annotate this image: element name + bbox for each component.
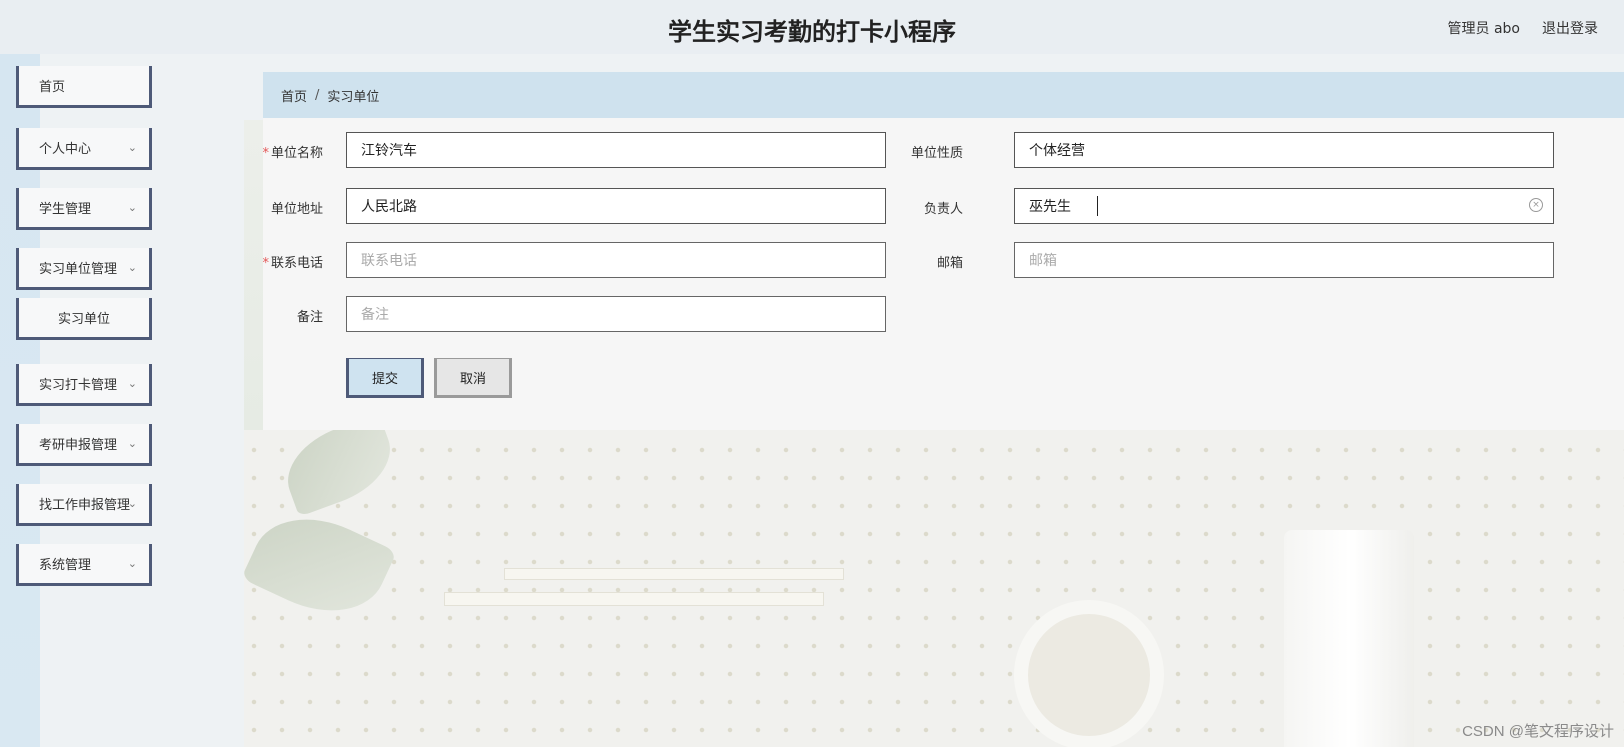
- chevron-down-icon: ⌄: [127, 141, 137, 154]
- person-in-charge-value: 巫先生: [1029, 199, 1071, 215]
- sidebar-item-student-management[interactable]: 学生管理 ⌄: [16, 188, 152, 230]
- unit-name-input[interactable]: 江铃汽车: [346, 132, 886, 168]
- background-scene: CSDN @笔文程序设计: [241, 413, 1624, 747]
- remark-input[interactable]: 备注: [346, 296, 886, 332]
- phone-placeholder: 联系电话: [361, 253, 417, 269]
- unit-name-value: 江铃汽车: [361, 143, 417, 159]
- app-title: 学生实习考勤的打卡小程序: [668, 18, 956, 46]
- plant-leaf: [241, 496, 397, 634]
- sidebar-item-job-application[interactable]: 找工作申报管理 ⌄: [16, 484, 152, 526]
- text-cursor: [1097, 196, 1098, 216]
- sidebar-item-label: 考研申报管理: [39, 438, 118, 453]
- sidebar-item-label: 实习单位: [57, 312, 110, 327]
- breadcrumb: 首页 / 实习单位: [263, 72, 1624, 118]
- admin-user-label[interactable]: 管理员 abo: [1448, 18, 1520, 38]
- chevron-down-icon: ⌄: [127, 497, 137, 510]
- email-input[interactable]: 邮箱: [1014, 242, 1554, 278]
- sidebar-item-label: 系统管理: [39, 558, 92, 573]
- clear-icon[interactable]: ×: [1529, 198, 1543, 212]
- unit-address-value: 人民北路: [361, 199, 417, 215]
- breadcrumb-current: 实习单位: [327, 89, 380, 105]
- person-in-charge-label-text: 负责人: [923, 202, 963, 217]
- unit-form: * 单位名称 江铃汽车 单位性质 个体经营 单位地址 人民北路 负责人 巫先生 ×…: [262, 118, 1624, 430]
- person-in-charge-label: 负责人: [883, 198, 963, 217]
- submit-button[interactable]: 提交: [346, 358, 424, 398]
- sidebar-item-postgraduate-application[interactable]: 考研申报管理 ⌄: [16, 424, 152, 466]
- shelf: [444, 592, 824, 606]
- shelf: [504, 568, 844, 580]
- person-in-charge-input[interactable]: 巫先生 ×: [1014, 188, 1554, 224]
- phone-label: * 联系电话: [243, 252, 323, 271]
- unit-nature-value: 个体经营: [1029, 143, 1085, 159]
- sidebar-item-label: 实习单位管理: [39, 262, 118, 277]
- remark-label: 备注: [243, 306, 323, 325]
- phone-input[interactable]: 联系电话: [346, 242, 886, 278]
- email-label-text: 邮箱: [936, 256, 963, 271]
- unit-nature-label-text: 单位性质: [910, 146, 963, 161]
- unit-name-label: * 单位名称: [243, 142, 323, 161]
- unit-nature-input[interactable]: 个体经营: [1014, 132, 1554, 168]
- unit-address-input[interactable]: 人民北路: [346, 188, 886, 224]
- sidebar-item-system-management[interactable]: 系统管理 ⌄: [16, 544, 152, 586]
- sidebar-item-label: 找工作申报管理: [39, 498, 131, 513]
- breadcrumb-separator: /: [315, 87, 320, 103]
- clock-decoration: [1014, 600, 1164, 747]
- required-mark: *: [262, 256, 269, 271]
- sidebar-subitem-internship-unit[interactable]: 实习单位: [16, 298, 152, 340]
- watermark: CSDN @笔文程序设计: [1462, 723, 1614, 740]
- sidebar-item-label: 首页: [39, 80, 66, 95]
- sidebar-item-internship-unit-management[interactable]: 实习单位管理 ⌄: [16, 248, 152, 290]
- sidebar-item-personal-center[interactable]: 个人中心 ⌄: [16, 128, 152, 170]
- chevron-down-icon: ⌄: [127, 557, 137, 570]
- breadcrumb-home[interactable]: 首页: [281, 86, 307, 105]
- required-mark: *: [262, 146, 269, 161]
- logout-link[interactable]: 退出登录: [1542, 18, 1598, 38]
- sidebar-item-checkin-management[interactable]: 实习打卡管理 ⌄: [16, 364, 152, 406]
- sidebar-item-label: 学生管理: [39, 202, 92, 217]
- vase-decoration: [1284, 530, 1414, 747]
- email-label: 邮箱: [883, 252, 963, 271]
- email-placeholder: 邮箱: [1029, 253, 1057, 269]
- unit-address-label-text: 单位地址: [270, 202, 323, 217]
- phone-label-text: 联系电话: [270, 256, 323, 271]
- chevron-down-icon: ⌄: [127, 201, 137, 214]
- header-user-area: 管理员 abo 退出登录: [1448, 18, 1598, 38]
- header: 学生实习考勤的打卡小程序 管理员 abo 退出登录: [0, 0, 1624, 54]
- remark-placeholder: 备注: [361, 307, 389, 323]
- unit-nature-label: 单位性质: [883, 142, 963, 161]
- chevron-down-icon: ⌄: [127, 377, 137, 390]
- unit-address-label: 单位地址: [243, 198, 323, 217]
- sidebar-item-label: 实习打卡管理: [39, 378, 118, 393]
- remark-label-text: 备注: [296, 310, 323, 325]
- cancel-button[interactable]: 取消: [434, 358, 512, 398]
- chevron-down-icon: ⌄: [127, 437, 137, 450]
- sidebar-item-home[interactable]: 首页: [16, 66, 152, 108]
- sidebar-item-label: 个人中心: [39, 142, 92, 157]
- unit-name-label-text: 单位名称: [270, 146, 323, 161]
- chevron-down-icon: ⌄: [127, 261, 137, 274]
